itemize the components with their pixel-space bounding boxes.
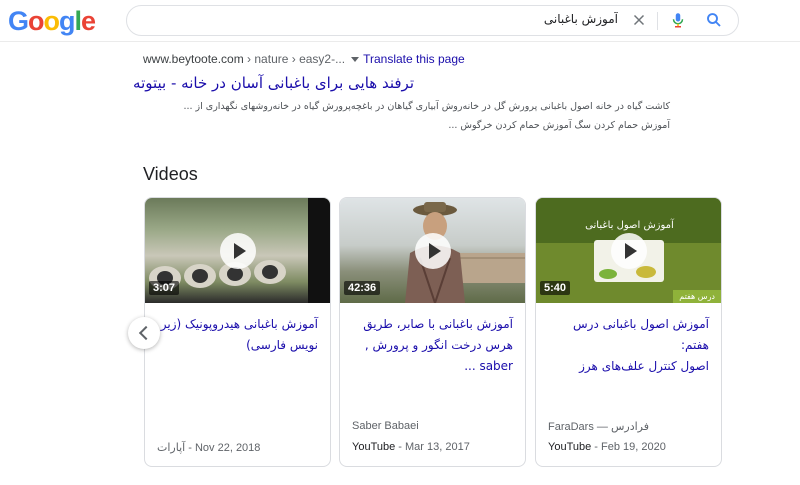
result-title-link[interactable]: ترفند هایی برای باغبانی آسان در خانه - ب…: [133, 74, 414, 92]
search-box: [126, 5, 739, 36]
video-duration: 5:40: [540, 281, 571, 295]
video-duration: 3:07: [149, 281, 180, 295]
video-meta: YouTube - Feb 19, 2020: [548, 441, 666, 453]
videos-heading: Videos: [143, 164, 198, 184]
translate-link[interactable]: Translate this page: [363, 52, 465, 66]
video-card[interactable]: 42:36 آموزش باغبانی با صابر، طریق هرس در…: [339, 197, 526, 467]
video-title-line: اصول کنترل علف‌های هرز: [579, 359, 709, 373]
video-source: YouTube: [548, 441, 592, 453]
search-icon[interactable]: [705, 11, 723, 29]
video-meta: YouTube - Mar 13, 2017: [352, 441, 470, 453]
snippet-line-2: آموزش حمام کردن سگ آموزش حمام کردن خرگوش…: [448, 120, 670, 131]
thumbnail-tag: درس هفتم: [673, 290, 721, 303]
video-source: آپارات: [157, 442, 186, 454]
video-title-line: آموزش باغبانی هیدروپونیک (زیر: [160, 317, 318, 331]
dropdown-triangle-icon[interactable]: [351, 57, 360, 63]
search-input[interactable]: [178, 12, 618, 26]
video-title[interactable]: آموزش باغبانی با صابر، طریق هرس درخت انگ…: [353, 314, 513, 377]
top-bar: Google: [0, 0, 800, 42]
search-result: www.beytoote.com › nature › easy2-... Tra…: [143, 52, 703, 66]
result-cite: www.beytoote.com › nature › easy2-... Tra…: [143, 52, 703, 66]
video-title-line: آموزش باغبانی با صابر، طریق: [363, 317, 513, 331]
video-meta: آپارات - Nov 22, 2018: [157, 441, 260, 454]
video-thumbnail[interactable]: 3:07: [145, 198, 330, 303]
video-card[interactable]: 3:07 آموزش باغبانی هیدروپونیک (زیر نویس …: [144, 197, 331, 467]
video-date: - Mar 13, 2017: [395, 441, 470, 453]
video-date: - Nov 22, 2018: [185, 442, 261, 454]
video-title-line: آموزش اصول باغبانی درس هفتم:: [573, 317, 709, 352]
chevron-left-icon[interactable]: [128, 317, 160, 349]
mic-icon[interactable]: [669, 11, 687, 29]
video-source: YouTube: [352, 441, 396, 453]
play-icon[interactable]: [219, 232, 256, 269]
play-icon[interactable]: [610, 232, 647, 269]
video-duration: 42:36: [344, 281, 381, 295]
google-logo[interactable]: Google: [8, 6, 96, 37]
thumbnail-caption: آموزش اصول باغبانی: [585, 220, 674, 231]
video-thumbnail[interactable]: آموزش اصول باغبانی درس هفتم 5:40: [536, 198, 721, 303]
video-channel: FaraDars — فرادرس: [548, 421, 649, 433]
video-title-line: saber ...: [464, 359, 513, 373]
video-title[interactable]: آموزش باغبانی هیدروپونیک (زیر نویس فارسی…: [158, 314, 318, 356]
video-channel: Saber Babaei: [352, 420, 419, 432]
play-icon[interactable]: [414, 232, 451, 269]
result-path: › nature › easy2-...: [243, 52, 346, 66]
snippet-line-1: کاشت گیاه در خانه اصول باغبانی پرورش گل …: [183, 101, 670, 112]
clear-icon[interactable]: [630, 11, 648, 29]
result-snippet: کاشت گیاه در خانه اصول باغبانی پرورش گل …: [130, 97, 670, 135]
video-title-line: نویس فارسی): [246, 338, 318, 352]
video-card[interactable]: آموزش اصول باغبانی درس هفتم 5:40 آموزش ا…: [535, 197, 722, 467]
video-title[interactable]: آموزش اصول باغبانی درس هفتم: اصول کنترل …: [549, 314, 709, 377]
video-title-line: هرس درخت انگور و پرورش ,: [364, 338, 513, 352]
result-domain: www.beytoote.com: [143, 52, 244, 66]
video-thumbnail[interactable]: 42:36: [340, 198, 525, 303]
video-date: - Feb 19, 2020: [591, 441, 666, 453]
search-divider: [657, 12, 658, 30]
